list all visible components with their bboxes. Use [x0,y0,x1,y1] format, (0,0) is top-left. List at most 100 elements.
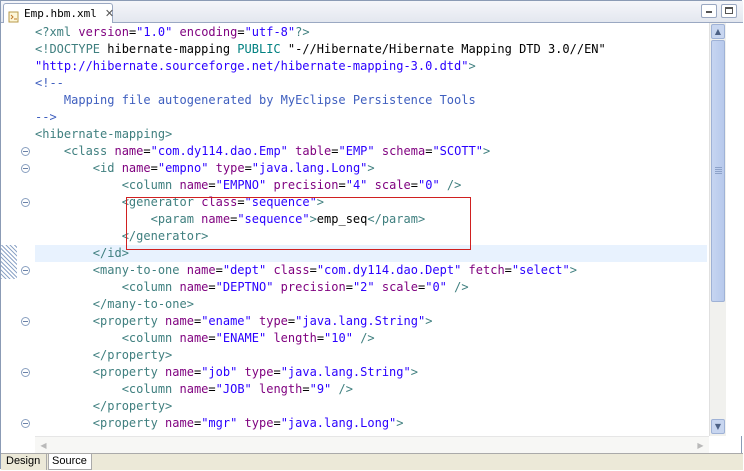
code-line[interactable]: </many-to-one> [35,296,194,313]
code-line[interactable]: <id name="empno" type="java.lang.Long"> [35,160,375,177]
code-line[interactable]: </property> [35,398,172,415]
code-line[interactable]: <column name="EMPNO" precision="4" scale… [35,177,462,194]
code-token: <column [121,382,180,396]
tab-design[interactable]: Design [3,454,47,470]
overview-ruler [727,23,742,436]
code-token: <many-to-one [92,263,187,277]
code-token: "java.lang.String" [295,314,426,328]
minimize-button[interactable] [701,4,717,18]
code-line[interactable]: <!DOCTYPE hibernate-mapping PUBLIC "-//H… [35,41,606,58]
code-line[interactable]: </property> [35,347,172,364]
code-token: class [273,263,310,277]
fold-collapse-icon[interactable] [21,368,30,377]
code-token: > [410,365,418,379]
code-line[interactable]: <column name="JOB" length="9" /> [35,381,353,398]
code-token: scale [374,178,411,192]
scroll-left-button[interactable]: ◀ [36,438,51,452]
code-token: = [309,263,317,277]
code-line[interactable]: <!-- [35,75,64,92]
xml-source-editor[interactable]: <?xml version="1.0" encoding="utf-8"?> <!… [1,23,743,436]
code-token: = [302,382,310,396]
current-line-marker [1,245,17,279]
code-line[interactable]: "http://hibernate.sourceforge.net/hibern… [35,58,476,75]
code-token: "http://hibernate.sourceforge.net/hibern… [35,59,469,73]
code-line[interactable]: <column name="ENAME" length="10" /> [35,330,375,347]
code-token: name [179,382,209,396]
code-line[interactable]: <hibernate-mapping> [35,126,172,143]
code-line[interactable]: Mapping file autogenerated by MyEclipse … [35,92,476,109]
scroll-right-button[interactable]: ▶ [693,438,708,452]
code-token: table [295,144,332,158]
code-token: <property [92,314,166,328]
code-line[interactable]: <property name="mgr" type="java.lang.Lon… [35,415,404,432]
code-token: "EMP" [338,144,375,158]
maximize-button[interactable] [721,4,737,18]
code-token: > [468,59,476,73]
code-token: name [165,314,194,328]
code-token: "java.lang.Long" [251,161,368,175]
code-token: "EMPNO" [215,178,267,192]
editor-tab-emp-hbm-xml[interactable]: Emp.hbm.xml ✕ [3,3,114,23]
code-token: name [121,161,151,175]
fold-collapse-icon[interactable] [21,266,30,275]
code-line[interactable]: </id> [35,245,129,262]
xml-file-icon [8,8,20,22]
scroll-up-button[interactable]: ▲ [711,24,725,39]
code-token: name [179,178,209,192]
editor-tab-bar: Emp.hbm.xml ✕ [1,1,743,23]
code-line[interactable]: <property name="job" type="java.lang.Str… [35,364,418,381]
code-line[interactable]: <class name="com.dy114.dao.Emp" table="E… [35,143,490,160]
code-token: <class [63,144,115,158]
code-line[interactable]: <column name="DEPTNO" precision="2" scal… [35,279,469,296]
fold-collapse-icon[interactable] [21,147,30,156]
code-token: name [179,280,209,294]
code-line[interactable]: <many-to-one name="dept" class="com.dy11… [35,262,577,279]
code-token: "mgr" [201,416,238,430]
fold-collapse-icon[interactable] [21,164,30,173]
code-token: "JOB" [215,382,252,396]
code-token: precision [273,178,339,192]
fold-collapse-icon[interactable] [21,419,30,428]
vertical-ruler [1,23,18,436]
close-tab-icon[interactable]: ✕ [105,7,114,20]
code-token: Mapping file autogenerated by MyEclipse … [35,93,476,107]
code-token: <column [121,178,180,192]
code-token: <property [92,416,166,430]
code-line[interactable]: <property name="ename" type="java.lang.S… [35,313,433,330]
code-token: > [569,263,577,277]
code-token: schema [381,144,426,158]
code-token: name [179,331,209,345]
generator-highlight-box [126,197,471,250]
code-line[interactable]: --> [35,109,57,126]
scroll-down-button[interactable]: ▼ [711,419,725,434]
scroll-thumb[interactable] [711,40,725,302]
vertical-scrollbar[interactable]: ▲ ▼ [709,23,726,436]
code-token: type [215,161,245,175]
code-token: = [208,331,216,345]
code-token: = [410,178,418,192]
fold-collapse-icon[interactable] [21,198,30,207]
code-token: = [244,161,252,175]
tab-source[interactable]: Source [48,454,92,470]
horizontal-scrollbar[interactable]: ◀ ▶ [35,436,709,453]
code-token: <!-- [35,76,64,90]
code-token: "com.dy114.dao.Emp" [150,144,288,158]
editor-window: Emp.hbm.xml ✕ <?xml version = "1.0" encodi… [0,0,743,470]
code-token: "empno" [157,161,209,175]
fold-collapse-icon[interactable] [21,317,30,326]
code-token: </property> [92,399,173,413]
code-line[interactable]: <?xml version="1.0" encoding="utf-8"?> [35,24,310,41]
code-token: PUBLIC [237,42,288,56]
